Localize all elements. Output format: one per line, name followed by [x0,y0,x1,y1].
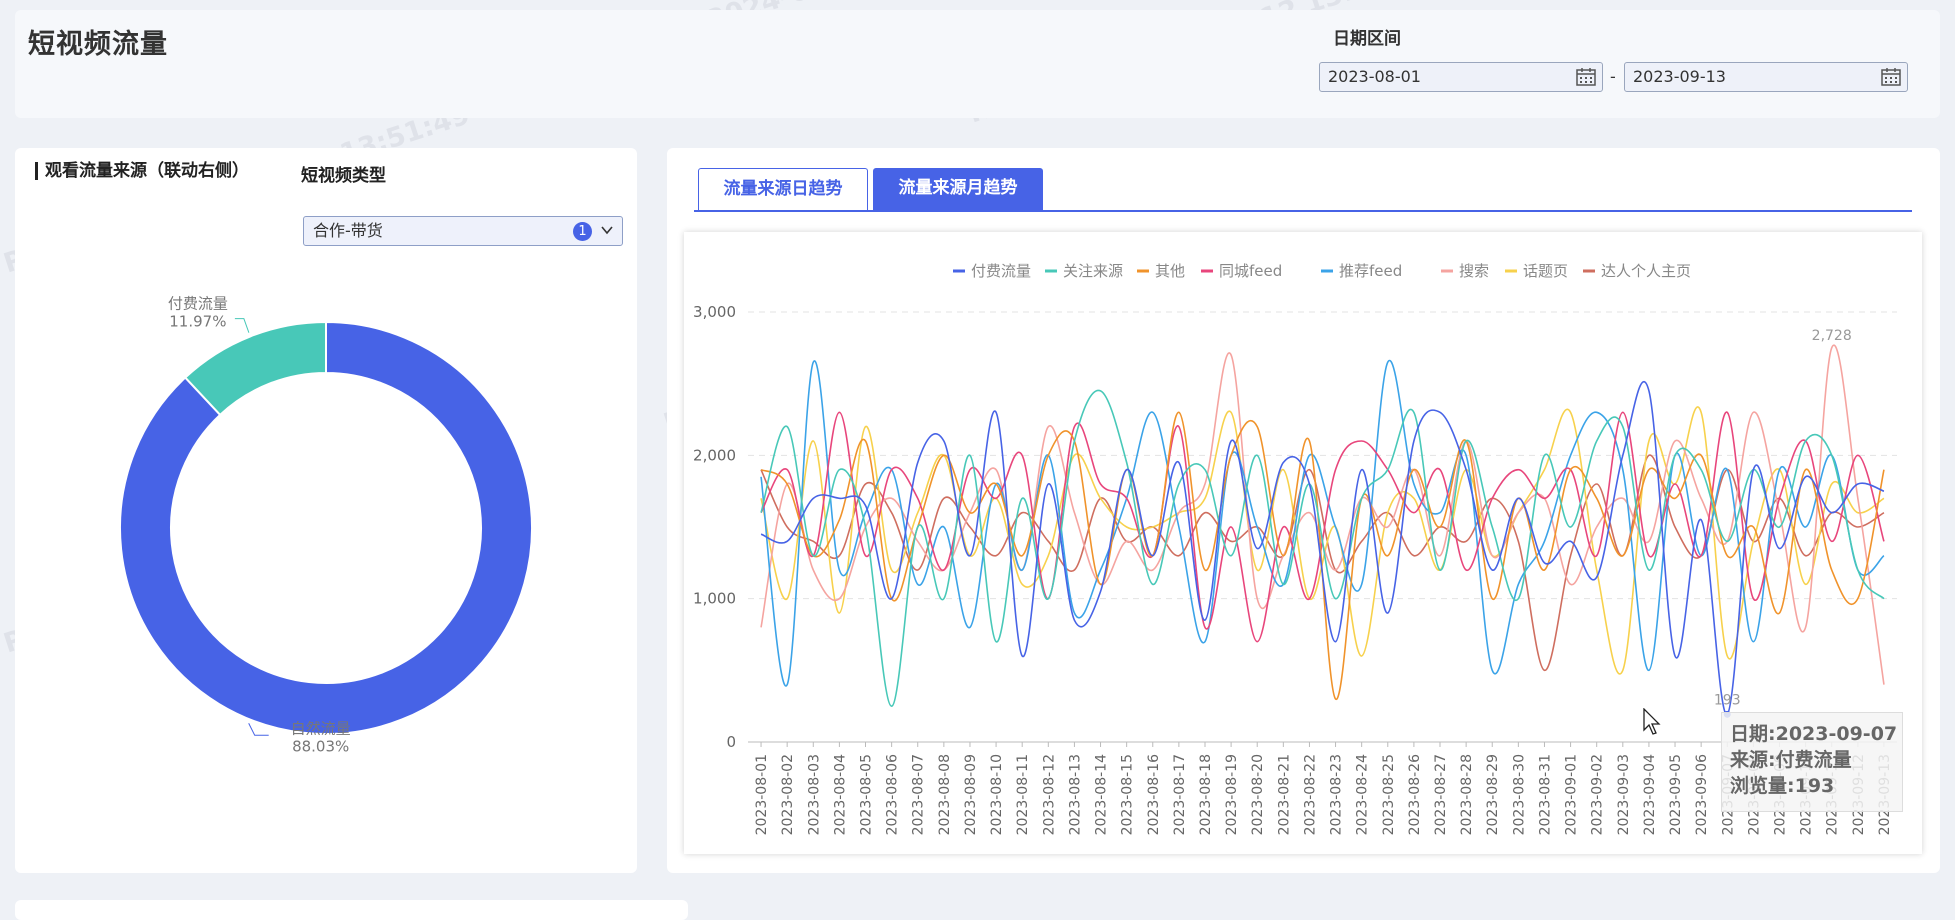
x-tick-label: 2023-08-27 [1433,754,1449,835]
legend-label[interactable]: 达人个人主页 [1601,262,1691,280]
calendar-icon[interactable] [1881,68,1901,86]
x-tick-label: 2023-08-02 [780,754,796,835]
legend-label[interactable]: 话题页 [1523,262,1568,280]
x-tick-label: 2023-09-06 [1694,754,1710,835]
y-tick-label: 0 [726,733,736,751]
legend-label[interactable]: 同城feed [1219,262,1282,280]
x-tick-label: 2023-08-26 [1407,754,1423,835]
date-end-value: 2023-09-13 [1633,67,1726,86]
chart-tooltip: 日期:2023-09-07 来源:付费流量 浏览量:193 [1721,712,1903,812]
select-value: 合作-带货 [313,221,383,240]
x-tick-label: 2023-08-10 [989,754,1005,835]
date-separator: - [1610,67,1616,86]
x-tick-label: 2023-08-05 [859,754,875,835]
legend-label[interactable]: 关注来源 [1063,262,1123,280]
x-tick-label: 2023-08-14 [1094,754,1110,835]
donut-label-percent: 88.03% [292,737,349,755]
x-tick-label: 2023-08-06 [885,754,901,835]
legend-label[interactable]: 付费流量 [971,262,1031,280]
chevron-down-icon [601,226,613,235]
x-tick-label: 2023-08-04 [832,754,848,835]
legend-label[interactable]: 推荐feed [1339,262,1402,280]
legend-label[interactable]: 其他 [1155,262,1185,280]
page-title: 短视频流量 [28,29,168,60]
next-panel-edge [15,900,688,920]
x-tick-label: 2023-08-29 [1485,754,1501,835]
date-start-value: 2023-08-01 [1328,67,1421,86]
x-tick-label: 2023-09-02 [1590,754,1606,835]
x-tick-label: 2023-08-25 [1381,754,1397,835]
label-leader-line [234,318,250,333]
max-data-label: 2,728 [1812,328,1852,344]
donut-label-percent: 11.97% [169,313,226,331]
date-end-input[interactable]: 2023-09-13 [1624,62,1908,92]
x-tick-label: 2023-08-13 [1067,754,1083,835]
x-tick-label: 2023-08-08 [937,754,953,835]
panel-title: 观看流量来源（联动右侧） [35,162,249,180]
series-line[interactable] [760,411,1885,643]
filter-label: 短视频类型 [301,166,386,186]
x-tick-label: 2023-08-01 [754,754,770,835]
date-range-label: 日期区间 [1333,29,1401,49]
x-tick-label: 2023-08-22 [1302,754,1318,835]
x-tick-label: 2023-09-04 [1642,754,1658,835]
x-tick-label: 2023-09-03 [1616,754,1632,835]
tab-daily-trend[interactable]: 流量来源日趋势 [698,168,868,210]
tooltip-date: 日期:2023-09-07 [1730,723,1898,745]
calendar-icon[interactable] [1576,68,1596,86]
tooltip-views: 浏览量:193 [1730,775,1835,797]
y-tick-label: 1,000 [693,590,736,608]
x-tick-label: 2023-08-21 [1276,754,1292,835]
x-tick-label: 2023-08-17 [1172,754,1188,835]
video-type-select[interactable]: 合作-带货 1 [303,216,623,246]
tooltip-source: 来源:付费流量 [1730,749,1852,771]
x-tick-label: 2023-08-30 [1511,754,1527,835]
x-tick-label: 2023-08-28 [1459,754,1475,835]
x-tick-label: 2023-08-19 [1224,754,1240,835]
y-tick-label: 3,000 [693,303,736,321]
tab-underline [694,210,1912,212]
x-tick-label: 2023-08-12 [1041,754,1057,835]
x-tick-label: 2023-08-24 [1355,754,1371,835]
x-tick-label: 2023-08-20 [1250,754,1266,835]
x-tick-label: 2023-08-07 [911,754,927,835]
donut-chart[interactable]: 自然流量88.03% 付费流量11.97% [15,148,637,873]
x-tick-label: 2023-09-05 [1668,754,1684,835]
min-data-label: 193 [1714,692,1741,708]
donut-segment[interactable] [119,320,533,735]
x-tick-label: 2023-08-31 [1537,754,1553,835]
legend-label[interactable]: 搜索 [1459,262,1489,280]
selected-count-badge: 1 [573,222,592,241]
donut-label-name: 付费流量 [168,295,228,313]
traffic-source-panel: 自然流量 88.03% 付费流量 11.97% 观看流量来源（联动右侧） 短视频类型 … [15,148,637,873]
mouse-cursor-icon [1643,708,1661,735]
x-tick-label: 2023-08-11 [1015,754,1031,835]
date-start-input[interactable]: 2023-08-01 [1319,62,1603,92]
x-tick-label: 2023-08-09 [963,754,979,835]
donut-segment[interactable] [183,320,327,417]
x-tick-label: 2023-08-23 [1329,754,1345,835]
x-tick-label: 2023-08-03 [806,754,822,835]
x-tick-label: 2023-09-01 [1564,754,1580,835]
x-tick-label: 2023-08-15 [1120,754,1136,835]
y-tick-label: 2,000 [693,446,736,464]
x-tick-label: 2023-08-18 [1198,754,1214,835]
x-tick-label: 2023-08-16 [1146,754,1162,835]
donut-label-name: 自然流量 [291,719,351,737]
tab-monthly-trend[interactable]: 流量来源月趋势 [873,168,1043,210]
